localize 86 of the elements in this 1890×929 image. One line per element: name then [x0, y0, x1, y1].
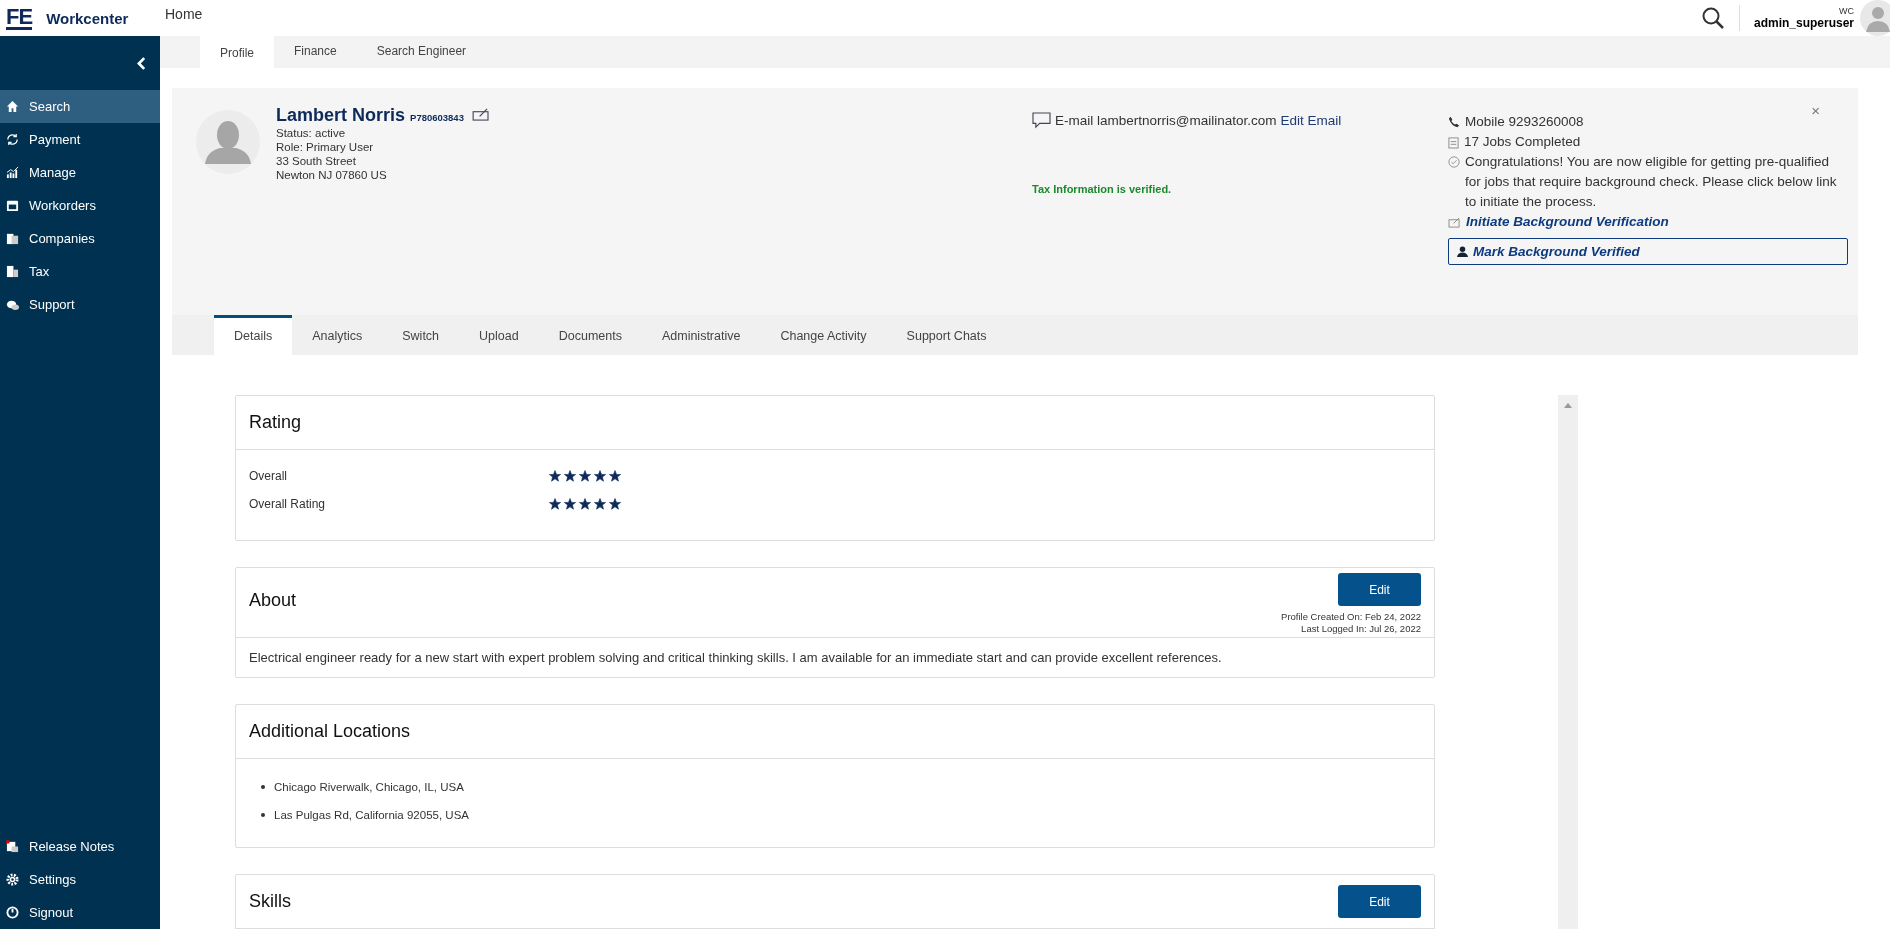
home-icon — [6, 100, 19, 113]
phone-icon — [1448, 116, 1460, 128]
tab[interactable]: Documents — [538, 318, 642, 355]
tax-status: Tax Information is verified. — [1032, 183, 1173, 195]
sidebar-item[interactable]: Manage — [0, 156, 160, 189]
user-initials: WC — [1839, 6, 1854, 16]
tab[interactable]: Upload — [459, 318, 539, 355]
person-icon — [1457, 246, 1468, 257]
sidebar-item[interactable]: Support — [0, 288, 160, 321]
card-title: Rating — [249, 412, 302, 433]
sidebar-item[interactable]: Workorders — [0, 189, 160, 222]
sidebar-item[interactable]: Companies — [0, 222, 160, 255]
avatar-icon — [196, 110, 260, 174]
rating-label: Overall — [249, 469, 288, 483]
app-name: Workcenter — [46, 9, 129, 27]
card-title: Additional Locations — [249, 721, 411, 742]
engineer-id: P780603843 — [410, 111, 464, 125]
user-name: admin_superuser — [1753, 16, 1854, 30]
location-item: Chicago Riverwalk, Chicago, IL, USA — [274, 781, 464, 793]
filled-star-icon — [609, 498, 621, 510]
chart-icon — [6, 166, 19, 179]
role-text: Role: Primary User — [276, 140, 375, 154]
initiate-verification-link[interactable]: Initiate Background Verification — [1466, 212, 1669, 232]
documents-icon — [6, 232, 19, 245]
profile-created-date: Profile Created On: Feb 24, 2022 — [1281, 611, 1421, 623]
chat-icon — [6, 298, 19, 311]
edit-icon[interactable] — [471, 108, 491, 121]
clipboard-icon — [1448, 135, 1459, 149]
tab[interactable]: Finance — [274, 36, 357, 68]
home-link[interactable]: Home — [165, 0, 203, 22]
tab[interactable]: Details — [214, 315, 293, 355]
tab[interactable]: Switch — [382, 318, 460, 355]
bullet-icon — [261, 785, 265, 789]
address-line: 33 South Street — [276, 154, 357, 168]
tab[interactable]: Administrative — [641, 318, 761, 355]
filled-star-icon — [579, 470, 591, 482]
sidebar-item[interactable]: Tax — [0, 255, 160, 288]
settings-icon — [6, 873, 19, 886]
sidebar-item[interactable]: Payment — [0, 123, 160, 156]
sidebar-item[interactable]: Search — [0, 90, 160, 123]
engineer-name: Lambert Norris — [276, 108, 406, 122]
notes-icon — [6, 840, 19, 853]
edit-icon — [1448, 216, 1461, 228]
address-line: Newton NJ 07860 US — [276, 168, 388, 182]
calendar-icon — [6, 199, 19, 212]
tab[interactable]: Change Activity — [760, 318, 887, 355]
tab[interactable]: Search Engineer — [356, 36, 487, 68]
jobs-completed: 17 Jobs Completed — [1464, 133, 1581, 151]
mark-verified-button[interactable]: Mark Background Verified — [1448, 238, 1848, 265]
filled-star-icon — [579, 498, 591, 510]
search-icon[interactable] — [1700, 6, 1725, 30]
edit-button[interactable]: Edit — [1338, 885, 1421, 918]
last-login-date: Last Logged In: Jul 26, 2022 — [1301, 623, 1421, 635]
location-item: Las Pulgas Rd, California 92055, USA — [274, 809, 469, 821]
payment-icon — [6, 133, 19, 146]
filled-star-icon — [594, 470, 606, 482]
collapse-icon[interactable] — [137, 56, 146, 70]
check-circle-icon — [1448, 156, 1460, 168]
speech-bubble-icon — [1032, 112, 1051, 129]
sidebar-item[interactable]: Release Notes — [0, 830, 160, 863]
edit-button[interactable]: Edit — [1338, 573, 1421, 606]
filled-star-icon — [549, 470, 561, 482]
status-text: Status: active — [276, 126, 347, 140]
filled-star-icon — [564, 470, 576, 482]
tab[interactable]: Analytics — [292, 318, 383, 355]
logo: FE — [6, 6, 33, 30]
filled-star-icon — [609, 470, 621, 482]
tab[interactable]: Profile — [200, 36, 274, 68]
close-button[interactable]: × — [1811, 102, 1820, 119]
sidebar-item[interactable]: Settings — [0, 863, 160, 896]
card-title: Skills — [249, 891, 291, 912]
eligibility-message: Congratulations! You are now eligible for getting pre-qualified for jobs that require background check. Please click below link to initiate the process. — [1465, 153, 1838, 211]
bullet-icon — [261, 813, 265, 817]
filled-star-icon — [564, 498, 576, 510]
email-text: E-mail lambertnorris@mailinator.com — [1055, 113, 1277, 128]
tab[interactable]: Support Chats — [886, 318, 1007, 355]
power-icon — [6, 906, 19, 919]
rating-label: Overall Rating — [249, 497, 327, 511]
filled-star-icon — [549, 498, 561, 510]
mobile-number: Mobile 9293260008 — [1465, 113, 1584, 131]
sidebar-item[interactable]: Signout — [0, 896, 160, 929]
filled-star-icon — [594, 498, 606, 510]
edit-email-link[interactable]: Edit Email — [1280, 113, 1342, 128]
scrollbar[interactable] — [1558, 395, 1578, 929]
card-title: About — [249, 590, 297, 611]
about-text: Electrical engineer ready for a new start with expert problem solving and critical thinking skills. I am available for an immediate start and can provide excellent references. — [249, 650, 1223, 665]
